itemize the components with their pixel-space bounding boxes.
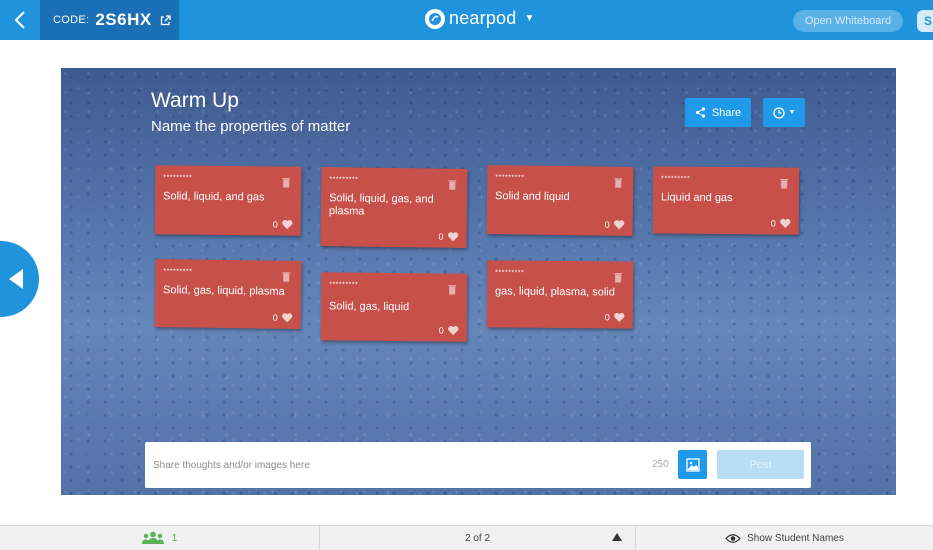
image-icon bbox=[685, 457, 700, 472]
caret-down-icon: ▼ bbox=[524, 13, 535, 24]
eye-icon bbox=[725, 533, 741, 543]
like-button[interactable]: 0 bbox=[605, 312, 625, 322]
brand-name: nearpod bbox=[449, 8, 517, 28]
card-text: Liquid and gas bbox=[660, 191, 733, 205]
open-whiteboard-button[interactable]: Open Whiteboard bbox=[793, 10, 903, 32]
board-title: Warm Up bbox=[151, 89, 239, 112]
card-author: ********* bbox=[495, 269, 525, 277]
triangle-left-icon bbox=[9, 269, 23, 289]
triangle-up-icon[interactable] bbox=[612, 533, 622, 544]
post-card[interactable]: ********* Solid, liquid, and gas 0 bbox=[154, 165, 302, 236]
card-text: Solid, liquid, gas, and plasma bbox=[328, 192, 434, 218]
like-count: 0 bbox=[604, 312, 610, 323]
post-bar: 250 Post bbox=[145, 442, 811, 488]
external-link-icon[interactable] bbox=[160, 14, 171, 26]
like-button[interactable]: 0 bbox=[605, 220, 625, 230]
card-text: Solid, gas, liquid bbox=[328, 300, 410, 314]
trash-icon[interactable] bbox=[448, 282, 457, 300]
trash-icon[interactable] bbox=[282, 269, 291, 287]
code-label: CODE: bbox=[53, 14, 90, 26]
heart-icon bbox=[614, 220, 625, 230]
like-button[interactable]: 0 bbox=[439, 232, 459, 242]
post-card[interactable]: ********* Solid, liquid, gas, and plasma… bbox=[320, 166, 468, 249]
code-value: 2S6HX bbox=[95, 10, 152, 29]
card-text: Solid, liquid, and gas bbox=[162, 190, 265, 204]
add-image-button[interactable] bbox=[678, 450, 707, 479]
show-names-label: Show Student Names bbox=[747, 532, 844, 544]
top-bar: CODE: 2S6HX nearpod ▼ Open Whiteboard S bbox=[0, 0, 933, 40]
chevron-left-icon bbox=[14, 11, 25, 29]
char-count: 250 bbox=[652, 459, 669, 470]
like-button[interactable]: 0 bbox=[272, 219, 293, 230]
trash-icon[interactable] bbox=[614, 175, 623, 193]
heart-icon bbox=[614, 312, 625, 323]
trash-icon[interactable] bbox=[780, 175, 789, 193]
like-count: 0 bbox=[438, 325, 444, 336]
board-subtitle: Name the properties of matter bbox=[151, 118, 351, 135]
collaborate-board: Warm Up Name the properties of matter Sh… bbox=[61, 68, 896, 495]
card-text: Solid and liquid bbox=[494, 190, 570, 204]
show-student-names-button[interactable]: Show Student Names bbox=[636, 526, 933, 550]
card-text: Solid, gas, liquid, plasma bbox=[162, 284, 285, 298]
bottom-bar: 1 2 of 2 Show Student Names bbox=[0, 525, 933, 550]
share-button[interactable]: Share bbox=[685, 98, 751, 127]
caret-down-icon: ▼ bbox=[788, 109, 796, 116]
back-button[interactable] bbox=[0, 0, 40, 40]
trash-icon[interactable] bbox=[614, 269, 623, 287]
clock-icon bbox=[772, 106, 785, 119]
card-author: ********* bbox=[329, 176, 359, 184]
heart-icon bbox=[448, 325, 459, 336]
students-button[interactable]: 1 bbox=[0, 526, 319, 550]
like-button[interactable]: 0 bbox=[438, 325, 459, 336]
like-count: 0 bbox=[770, 218, 776, 229]
nearpod-logo-icon bbox=[425, 8, 445, 29]
slide-counter: 2 of 2 bbox=[464, 532, 491, 544]
heart-icon bbox=[282, 219, 293, 230]
students-icon bbox=[141, 531, 164, 544]
timer-button[interactable]: ▼ bbox=[763, 98, 805, 127]
like-button[interactable]: 0 bbox=[771, 218, 791, 228]
share-label: Share bbox=[711, 106, 742, 119]
card-author: ********* bbox=[661, 175, 691, 183]
post-card[interactable]: ********* Solid, gas, liquid 0 bbox=[320, 272, 468, 342]
like-count: 0 bbox=[438, 231, 444, 242]
slide-pager: 2 of 2 bbox=[320, 526, 635, 550]
like-count: 0 bbox=[272, 312, 278, 323]
like-count: 0 bbox=[272, 219, 278, 230]
previous-slide-button[interactable] bbox=[0, 241, 39, 317]
card-author: ********* bbox=[329, 281, 359, 289]
post-button[interactable]: Post bbox=[717, 450, 804, 479]
nearpod-brand-menu[interactable]: nearpod ▼ bbox=[425, 8, 534, 29]
heart-icon bbox=[780, 218, 791, 229]
heart-icon bbox=[282, 313, 293, 323]
heart-icon bbox=[448, 232, 459, 242]
share-icon bbox=[695, 107, 705, 118]
like-button[interactable]: 0 bbox=[273, 313, 293, 323]
card-author: ********* bbox=[163, 174, 193, 182]
s-button[interactable]: S bbox=[917, 10, 933, 32]
student-count: 1 bbox=[171, 532, 178, 544]
trash-icon[interactable] bbox=[448, 177, 457, 195]
post-card[interactable]: ********* Solid and liquid 0 bbox=[486, 164, 634, 237]
post-card[interactable]: ********* Solid, gas, liquid, plasma 0 bbox=[154, 258, 302, 330]
trash-icon[interactable] bbox=[282, 175, 291, 193]
session-code: CODE: 2S6HX bbox=[40, 0, 179, 40]
post-input[interactable] bbox=[145, 442, 645, 488]
card-author: ********* bbox=[495, 174, 525, 182]
post-card[interactable]: ********* Liquid and gas 0 bbox=[652, 166, 800, 235]
post-card[interactable]: ********* gas, liquid, plasma, solid 0 bbox=[486, 260, 634, 329]
like-count: 0 bbox=[604, 219, 610, 230]
card-text: gas, liquid, plasma, solid bbox=[494, 285, 615, 299]
card-author: ********* bbox=[163, 268, 193, 276]
